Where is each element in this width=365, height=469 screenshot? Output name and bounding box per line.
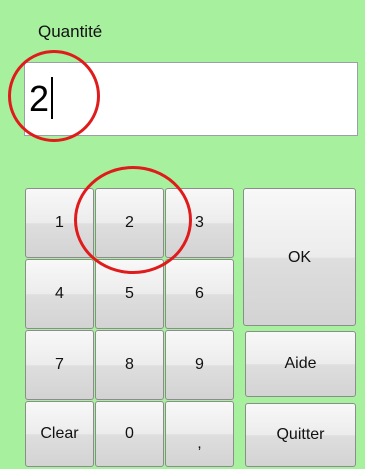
clear-button-label: Clear: [40, 425, 79, 442]
key-8[interactable]: 8: [95, 330, 164, 400]
key-1[interactable]: 1: [25, 188, 94, 258]
key-0-label: 0: [125, 425, 134, 442]
key-7-label: 7: [55, 356, 64, 373]
quit-button[interactable]: Quitter: [245, 403, 356, 467]
help-button-label: Aide: [284, 355, 317, 372]
help-button[interactable]: Aide: [245, 331, 356, 397]
key-0[interactable]: 0: [95, 401, 164, 467]
key-2[interactable]: 2: [95, 188, 164, 258]
key-9-label: 9: [195, 356, 204, 373]
clear-button[interactable]: Clear: [25, 401, 94, 467]
key-3-label: 3: [195, 214, 204, 231]
key-8-label: 8: [125, 356, 134, 373]
key-4[interactable]: 4: [25, 259, 94, 329]
key-3[interactable]: 3: [165, 188, 234, 258]
key-1-label: 1: [55, 214, 64, 231]
quantity-dialog: Quantité 1 2 3 4 5 6 7 8 9 Clear 0 , OK …: [0, 0, 365, 469]
key-9[interactable]: 9: [165, 330, 234, 400]
key-4-label: 4: [55, 285, 64, 302]
key-5-label: 5: [125, 285, 134, 302]
key-6-label: 6: [195, 285, 204, 302]
key-comma[interactable]: ,: [165, 401, 234, 467]
key-6[interactable]: 6: [165, 259, 234, 329]
key-7[interactable]: 7: [25, 330, 94, 400]
key-2-label: 2: [125, 214, 134, 231]
key-comma-label: ,: [197, 435, 202, 452]
quantity-field[interactable]: [24, 62, 358, 136]
quantity-label: Quantité: [38, 22, 103, 41]
quit-button-label: Quitter: [276, 426, 325, 443]
text-caret: [51, 77, 53, 119]
ok-button[interactable]: OK: [243, 188, 356, 326]
ok-button-label: OK: [287, 249, 312, 266]
key-5[interactable]: 5: [95, 259, 164, 329]
